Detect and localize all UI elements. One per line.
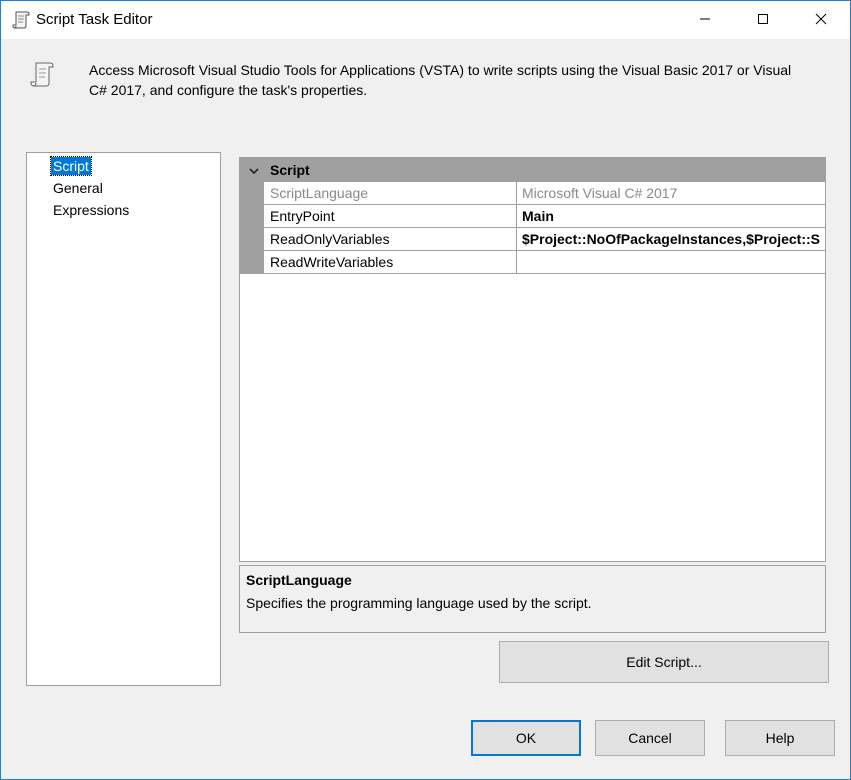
script-scroll-icon xyxy=(29,61,55,89)
page-navigation-list: Script General Expressions xyxy=(26,152,221,686)
property-grid: Script ScriptLanguage Microsoft Visual C… xyxy=(239,157,826,562)
property-row-readonlyvariables[interactable]: ReadOnlyVariables $Project::NoOfPackageI… xyxy=(264,228,825,251)
minimize-icon xyxy=(699,12,711,28)
property-category-script[interactable]: Script xyxy=(240,158,825,182)
help-description: Specifies the programming language used … xyxy=(246,595,592,611)
help-button[interactable]: Help xyxy=(725,720,835,756)
script-task-editor-window: Script Task Editor Access Microsoft Visu… xyxy=(0,0,851,780)
property-grid-margin xyxy=(240,182,264,274)
column-divider xyxy=(516,182,517,204)
script-scroll-icon xyxy=(11,10,31,30)
column-divider xyxy=(516,251,517,273)
ok-button[interactable]: OK xyxy=(471,720,581,756)
cancel-button[interactable]: Cancel xyxy=(595,720,705,756)
property-row-readwritevariables[interactable]: ReadWriteVariables xyxy=(264,251,825,274)
property-value[interactable]: Main xyxy=(522,208,822,224)
property-name: ReadOnlyVariables xyxy=(270,231,390,247)
title-bar[interactable]: Script Task Editor xyxy=(1,1,850,39)
property-row-entrypoint[interactable]: EntryPoint Main xyxy=(264,205,825,228)
maximize-icon xyxy=(757,12,769,28)
nav-item-script[interactable]: Script xyxy=(50,156,92,176)
column-divider xyxy=(516,205,517,227)
property-name: ReadWriteVariables xyxy=(270,254,394,270)
editor-description: Access Microsoft Visual Studio Tools for… xyxy=(89,62,792,98)
nav-item-general[interactable]: General xyxy=(51,179,105,197)
edit-script-button[interactable]: Edit Script... xyxy=(499,641,829,683)
property-value[interactable]: Microsoft Visual C# 2017 xyxy=(522,185,822,201)
column-divider xyxy=(516,228,517,250)
window-title: Script Task Editor xyxy=(36,11,153,28)
close-icon xyxy=(815,12,827,28)
property-help-pane: ScriptLanguage Specifies the programming… xyxy=(239,565,826,633)
chevron-down-icon[interactable] xyxy=(248,164,260,180)
minimize-button[interactable] xyxy=(676,1,734,39)
category-label: Script xyxy=(270,162,310,178)
property-name: ScriptLanguage xyxy=(270,185,369,201)
nav-item-expressions[interactable]: Expressions xyxy=(51,201,131,219)
property-value[interactable]: $Project::NoOfPackageInstances,$Project:… xyxy=(522,231,822,247)
help-title: ScriptLanguage xyxy=(246,572,352,588)
property-row-scriptlanguage[interactable]: ScriptLanguage Microsoft Visual C# 2017 xyxy=(264,182,825,205)
property-name: EntryPoint xyxy=(270,208,335,224)
maximize-button[interactable] xyxy=(734,1,792,39)
close-button[interactable] xyxy=(792,1,850,39)
